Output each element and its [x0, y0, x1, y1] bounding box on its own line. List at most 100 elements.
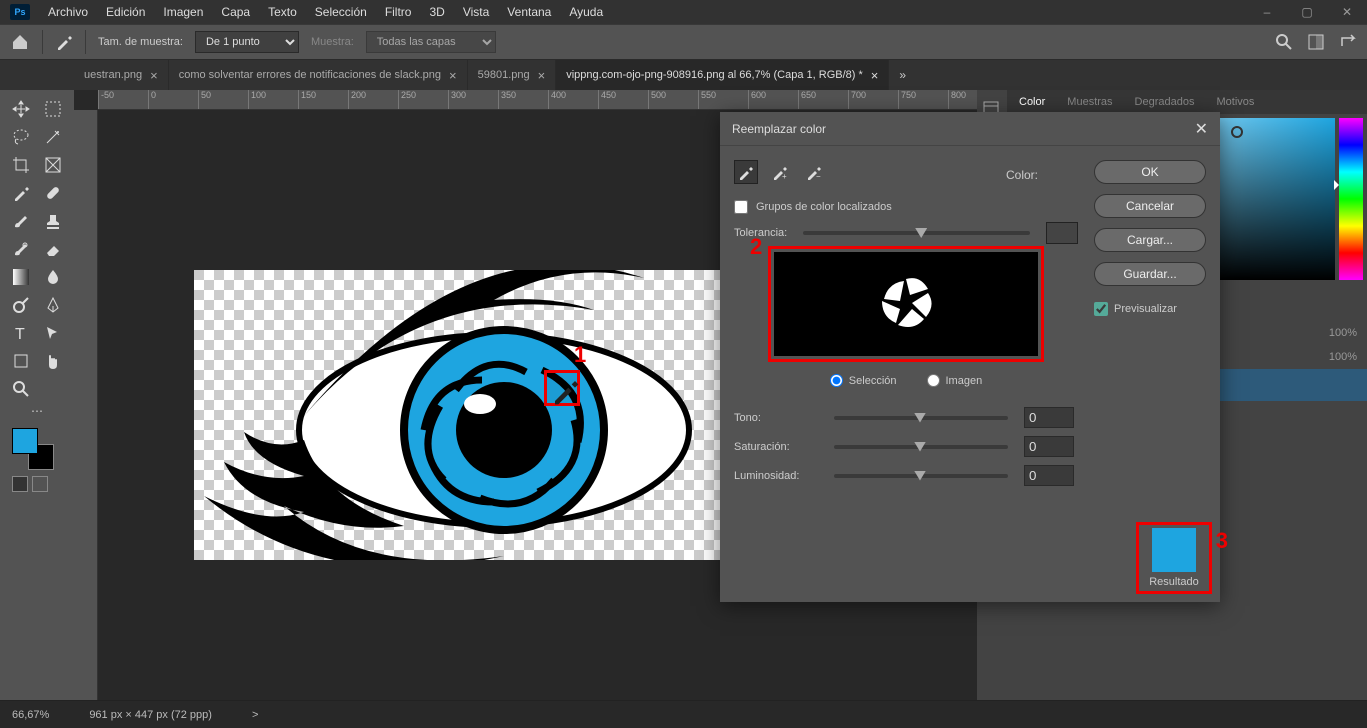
dialog-title: Reemplazar color [732, 122, 826, 136]
opacity-value[interactable]: 100% [1329, 327, 1357, 339]
luminosity-slider[interactable] [834, 474, 1008, 478]
type-tool-icon[interactable]: T [6, 320, 36, 346]
zoom-tool-icon[interactable] [6, 376, 36, 402]
window-minimize[interactable]: – [1247, 0, 1287, 24]
close-icon[interactable]: × [538, 68, 546, 83]
localized-checkbox[interactable] [734, 200, 748, 214]
tab-2[interactable]: 59801.png× [468, 60, 557, 90]
radio-selection[interactable]: Selección [830, 374, 897, 387]
close-icon[interactable]: ✕ [1195, 119, 1208, 139]
close-icon[interactable]: × [871, 68, 879, 83]
tab-patterns[interactable]: Motivos [1212, 94, 1258, 110]
result-color-swatch[interactable] [1152, 528, 1196, 572]
frame-tool-icon[interactable] [38, 152, 68, 178]
hue-slider[interactable] [834, 416, 1008, 420]
menu-vista[interactable]: Vista [455, 2, 497, 22]
menu-texto[interactable]: Texto [260, 2, 305, 22]
radio-image[interactable]: Imagen [927, 374, 983, 387]
stamp-tool-icon[interactable] [38, 208, 68, 234]
share-icon[interactable] [1339, 33, 1357, 51]
tab-color[interactable]: Color [1015, 94, 1049, 110]
window-close[interactable]: ✕ [1327, 0, 1367, 24]
wand-tool-icon[interactable] [38, 124, 68, 150]
brush-tool-icon[interactable] [6, 208, 36, 234]
menu-3d[interactable]: 3D [421, 2, 452, 22]
menu-capa[interactable]: Capa [213, 2, 258, 22]
menu-edicion[interactable]: Edición [98, 2, 153, 22]
eyedropper-tool-icon[interactable] [6, 180, 36, 206]
eyedropper-plus-icon[interactable]: + [768, 160, 792, 184]
search-icon[interactable] [1275, 33, 1293, 51]
history-brush-icon[interactable] [6, 236, 36, 262]
healing-tool-icon[interactable] [38, 180, 68, 206]
marquee-tool-icon[interactable] [38, 96, 68, 122]
cancel-button[interactable]: Cancelar [1094, 194, 1206, 218]
hue-slider[interactable] [1339, 118, 1363, 280]
result-swatch-group: 3 Resultado [1142, 528, 1206, 588]
lasso-tool-icon[interactable] [6, 124, 36, 150]
tolerance-slider[interactable] [803, 231, 1030, 235]
saturation-input[interactable] [1024, 436, 1074, 457]
pen-tool-icon[interactable] [38, 292, 68, 318]
hand-tool-icon[interactable] [38, 348, 68, 374]
dodge-tool-icon[interactable] [6, 292, 36, 318]
hue-input[interactable] [1024, 407, 1074, 428]
shape-tool-icon[interactable] [6, 348, 36, 374]
more-tabs-icon[interactable]: » [889, 60, 916, 90]
svg-text:+: + [782, 172, 787, 180]
zoom-level[interactable]: 66,67% [12, 709, 49, 721]
close-icon[interactable]: × [449, 68, 457, 83]
muestra-label: Muestra: [311, 36, 354, 48]
tab-1[interactable]: como solventar errores de notificaciones… [169, 60, 468, 90]
blur-tool-icon[interactable] [38, 264, 68, 290]
gradient-tool-icon[interactable] [6, 264, 36, 290]
load-button[interactable]: Cargar... [1094, 228, 1206, 252]
menu-imagen[interactable]: Imagen [155, 2, 211, 22]
menu-ayuda[interactable]: Ayuda [561, 2, 611, 22]
eyedropper-icon[interactable] [734, 160, 758, 184]
annotation-box-2 [768, 246, 1044, 362]
home-icon[interactable] [10, 33, 30, 51]
path-tool-icon[interactable] [38, 320, 68, 346]
crop-tool-icon[interactable] [6, 152, 36, 178]
eraser-tool-icon[interactable] [38, 236, 68, 262]
luminosity-input[interactable] [1024, 465, 1074, 486]
document-dimensions: 961 px × 447 px (72 ppp) [89, 709, 212, 721]
menu-ventana[interactable]: Ventana [499, 2, 559, 22]
menu-archivo[interactable]: Archivo [40, 2, 96, 22]
annotation-box-1 [544, 370, 580, 406]
save-button[interactable]: Guardar... [1094, 262, 1206, 286]
preview-checkbox[interactable]: Previsualizar [1094, 302, 1206, 316]
tab-0[interactable]: uestran.png× [74, 60, 169, 90]
sample-size-select[interactable]: De 1 punto [195, 31, 299, 53]
eyedropper-minus-icon[interactable]: − [802, 160, 826, 184]
quick-mask-icon[interactable] [6, 472, 68, 496]
sample-size-label: Tam. de muestra: [98, 36, 183, 48]
more-tools-icon[interactable]: ⋯ [6, 404, 68, 418]
tab-gradients[interactable]: Degradados [1131, 94, 1199, 110]
menu-filtro[interactable]: Filtro [377, 2, 420, 22]
ok-button[interactable]: OK [1094, 160, 1206, 184]
tab-3[interactable]: vippng.com-ojo-png-908916.png al 66,7% (… [556, 60, 889, 90]
artboard[interactable] [194, 270, 722, 560]
ruler-horizontal: -500501001502002503003504004505005506006… [98, 90, 977, 110]
workspace-icon[interactable] [1307, 33, 1325, 51]
window-maximize[interactable]: ▢ [1287, 0, 1327, 24]
dialog-titlebar[interactable]: Reemplazar color ✕ [720, 112, 1220, 146]
annotation-label-3: 3 [1216, 528, 1228, 554]
luminosity-label: Luminosidad: [734, 470, 818, 482]
saturation-slider[interactable] [834, 445, 1008, 449]
menu-seleccion[interactable]: Selección [307, 2, 375, 22]
tolerance-swatch [1046, 222, 1078, 244]
tab-swatches[interactable]: Muestras [1063, 94, 1116, 110]
replace-color-dialog: Reemplazar color ✕ + − Color: Grupos de … [720, 112, 1220, 602]
canvas-image [194, 270, 722, 560]
fill-value[interactable]: 100% [1329, 351, 1357, 363]
chevron-right-icon[interactable]: > [252, 709, 258, 721]
close-icon[interactable]: × [150, 68, 158, 83]
result-label: Resultado [1142, 576, 1206, 588]
move-tool-icon[interactable] [6, 96, 36, 122]
source-color-swatch[interactable] [1048, 160, 1078, 190]
color-swatch[interactable] [6, 426, 68, 470]
annotation-label-2: 2 [750, 234, 762, 260]
